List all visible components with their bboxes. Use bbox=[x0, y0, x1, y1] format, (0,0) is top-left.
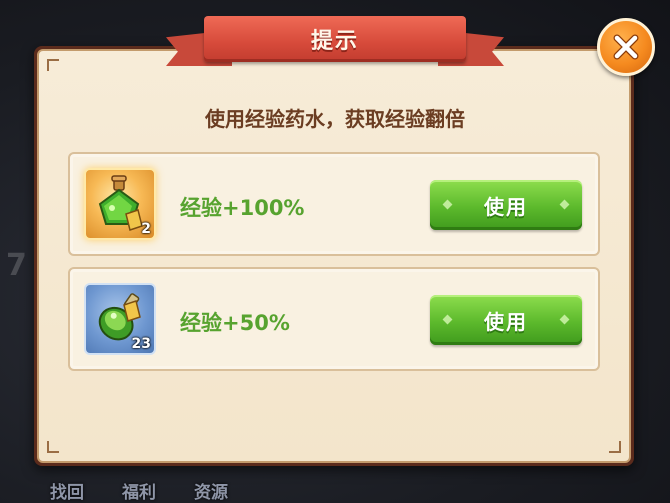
corner-ornament bbox=[609, 441, 621, 453]
nav-item-retrieve[interactable]: 找回 bbox=[50, 478, 84, 503]
item-label: 经验+50% bbox=[180, 311, 290, 335]
potion-icon[interactable]: 2 bbox=[84, 168, 156, 240]
use-button[interactable]: 使用 bbox=[430, 295, 582, 345]
background-number: 7 bbox=[6, 248, 27, 283]
list-item: 23 经验+50% 使用 bbox=[68, 267, 600, 371]
diamond-ornament-icon bbox=[442, 199, 453, 210]
use-button[interactable]: 使用 bbox=[430, 180, 582, 230]
dialog-subtitle: 使用经验药水，获取经验翻倍 bbox=[205, 107, 465, 131]
diamond-ornament-icon bbox=[442, 314, 453, 325]
diamond-ornament-icon bbox=[559, 314, 570, 325]
use-button-label: 使用 bbox=[484, 309, 528, 334]
bottom-nav: 找回 福利 资源 bbox=[50, 478, 310, 503]
diamond-ornament-icon bbox=[559, 199, 570, 210]
item-count: 23 bbox=[131, 336, 151, 352]
use-button-label: 使用 bbox=[484, 194, 528, 219]
potion-icon[interactable]: 23 bbox=[84, 283, 156, 355]
nav-item-welfare[interactable]: 福利 bbox=[122, 478, 156, 503]
title-ribbon: 提示 bbox=[204, 16, 466, 62]
dialog-title: 提示 bbox=[310, 29, 359, 54]
item-count: 2 bbox=[141, 221, 151, 237]
list-item: 2 经验+100% 使用 bbox=[68, 152, 600, 256]
item-label: 经验+100% bbox=[180, 196, 305, 220]
corner-ornament bbox=[47, 441, 59, 453]
corner-ornament bbox=[47, 59, 59, 71]
nav-item-resources[interactable]: 资源 bbox=[194, 478, 228, 503]
close-button[interactable] bbox=[597, 18, 655, 76]
close-icon bbox=[613, 34, 639, 60]
